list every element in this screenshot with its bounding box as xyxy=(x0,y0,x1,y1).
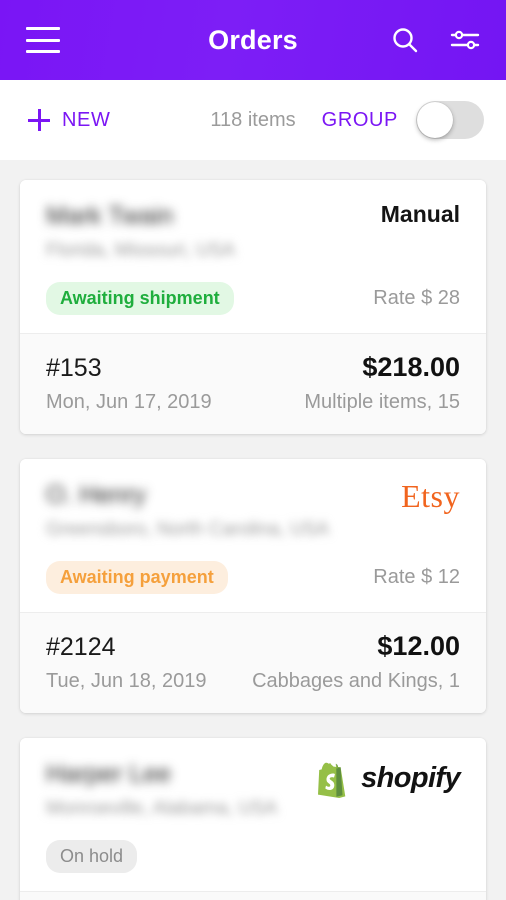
order-card-footer: #153 $218.00 Mon, Jun 17, 2019 Multiple … xyxy=(20,333,486,434)
list-toolbar: NEW 118 items GROUP xyxy=(0,80,506,160)
status-rate-row: Awaiting shipment Rate $ 28 xyxy=(46,282,460,315)
order-card[interactable]: Mark Twain Florida, Missouri, USA Manual… xyxy=(20,180,486,434)
hamburger-line xyxy=(26,38,60,42)
customer-block: Mark Twain Florida, Missouri, USA xyxy=(46,202,235,262)
customer-channel-row: O. Henry Greensboro, North Carolina, USA… xyxy=(46,478,460,541)
order-card[interactable]: O. Henry Greensboro, North Carolina, USA… xyxy=(20,459,486,713)
status-badge: On hold xyxy=(46,840,138,873)
status-rate-row: Awaiting payment Rate $ 12 xyxy=(46,561,460,594)
customer-block: O. Henry Greensboro, North Carolina, USA xyxy=(46,481,329,541)
orders-list[interactable]: Mark Twain Florida, Missouri, USA Manual… xyxy=(0,160,506,900)
order-number: #153 xyxy=(46,354,102,382)
hamburger-menu-icon[interactable] xyxy=(26,27,60,53)
order-amount: $12.00 xyxy=(377,631,460,661)
rate-label: Rate $ 28 xyxy=(373,287,460,309)
order-card-header: O. Henry Greensboro, North Carolina, USA… xyxy=(20,459,486,612)
group-label[interactable]: GROUP xyxy=(322,109,398,132)
customer-name: O. Henry xyxy=(46,481,147,509)
shopify-logo: shopify xyxy=(318,760,461,798)
status-badge: Awaiting payment xyxy=(46,561,228,594)
hamburger-line xyxy=(26,27,60,30)
order-number-amount-row: #2124 $12.00 xyxy=(46,631,460,662)
hamburger-line xyxy=(26,50,60,53)
order-date: Tue, Jun 18, 2019 xyxy=(46,670,207,692)
app-bar: Orders xyxy=(0,0,506,80)
new-order-label: NEW xyxy=(62,108,111,131)
search-icon[interactable] xyxy=(390,25,420,55)
order-date: Mon, Jun 17, 2019 xyxy=(46,391,212,413)
group-toggle[interactable] xyxy=(416,101,484,139)
group-toggle-knob xyxy=(417,102,453,138)
etsy-logo: Etsy xyxy=(401,478,460,514)
status-badge: Awaiting shipment xyxy=(46,282,234,315)
customer-address: Florida, Missouri, USA xyxy=(46,240,235,261)
order-description: Cabbages and Kings, 1 xyxy=(252,670,460,692)
order-number-amount-row: #153 $218.00 xyxy=(46,352,460,383)
plus-icon xyxy=(28,109,50,131)
shopify-bag-icon xyxy=(318,762,346,798)
order-card-footer: #2124 $12.00 Tue, Jun 18, 2019 Cabbages … xyxy=(20,612,486,713)
order-card-footer: #700124 $84.15 Tue, Jun 18, 2019 To Kill… xyxy=(20,891,486,900)
order-amount: $218.00 xyxy=(362,352,460,382)
order-card-header: Harper Lee Monroeville, Alabama, USA sho… xyxy=(20,738,486,891)
order-card-header: Mark Twain Florida, Missouri, USA Manual… xyxy=(20,180,486,333)
customer-block: Harper Lee Monroeville, Alabama, USA xyxy=(46,760,277,820)
app-bar-actions xyxy=(390,25,480,55)
customer-name: Mark Twain xyxy=(46,202,174,230)
new-order-button[interactable]: NEW xyxy=(28,109,110,132)
rate-label: Rate $ 12 xyxy=(373,566,460,588)
customer-channel-row: Harper Lee Monroeville, Alabama, USA sho… xyxy=(46,760,461,820)
order-card[interactable]: Harper Lee Monroeville, Alabama, USA sho… xyxy=(20,738,486,900)
sliders-filter-icon[interactable] xyxy=(450,27,480,53)
shopify-wordmark: shopify xyxy=(361,762,461,795)
group-control: GROUP xyxy=(322,101,484,139)
customer-address: Monroeville, Alabama, USA xyxy=(46,798,278,819)
customer-address: Greensboro, North Carolina, USA xyxy=(46,519,330,540)
customer-name: Harper Lee xyxy=(46,760,172,788)
order-date-description-row: Mon, Jun 17, 2019 Multiple items, 15 xyxy=(46,391,460,414)
order-description: Multiple items, 15 xyxy=(304,391,460,413)
sales-channel-manual: Manual xyxy=(380,201,460,227)
order-date-description-row: Tue, Jun 18, 2019 Cabbages and Kings, 1 xyxy=(46,670,460,693)
customer-channel-row: Mark Twain Florida, Missouri, USA Manual xyxy=(46,201,460,262)
status-rate-row: On hold xyxy=(46,840,460,873)
order-number: #2124 xyxy=(46,633,116,661)
